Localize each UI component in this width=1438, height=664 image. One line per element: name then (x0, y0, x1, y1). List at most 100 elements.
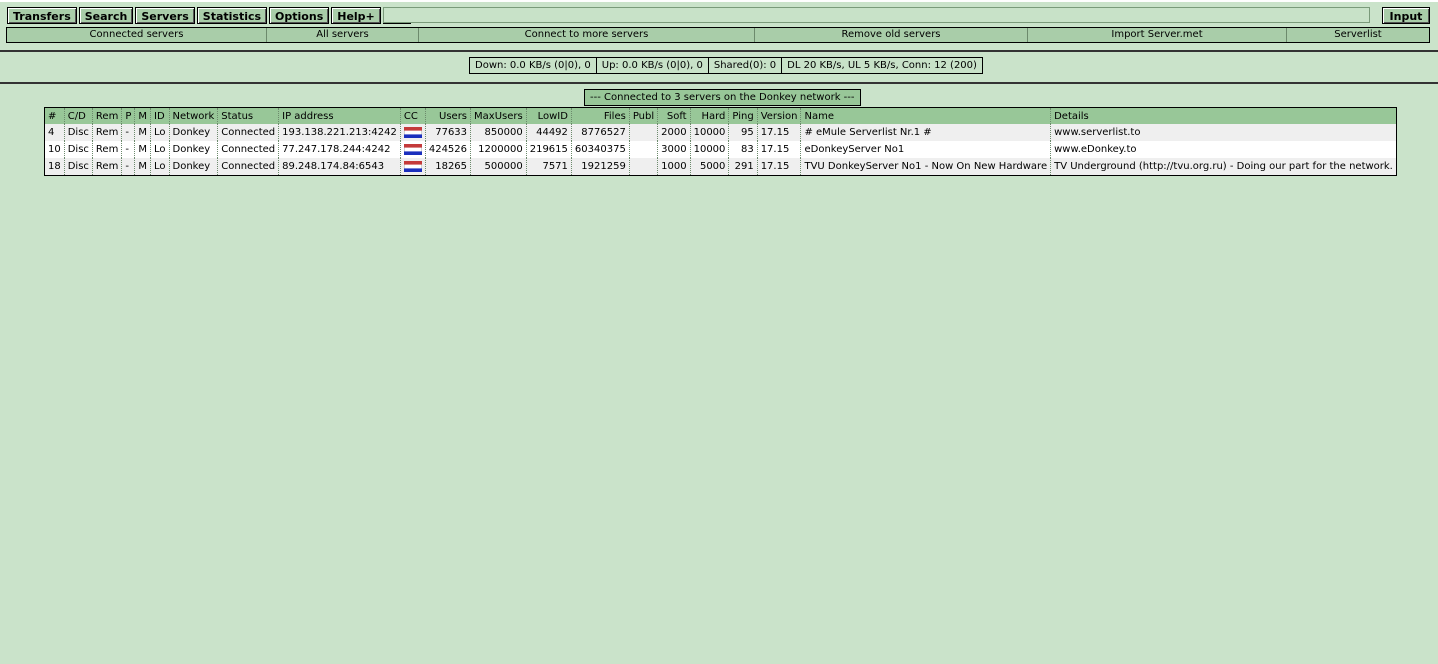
cell-users: 18265 (424, 158, 471, 176)
cell-lowid: 7571 (525, 158, 572, 176)
cell-soft: 1000 (657, 158, 691, 176)
col-rem[interactable]: Rem (91, 107, 122, 124)
command-input[interactable] (383, 7, 1370, 23)
cell-publ (628, 158, 658, 176)
cell-status: Connected (217, 141, 279, 158)
statistics-button[interactable]: Statistics (196, 7, 268, 24)
col-status[interactable]: Status (217, 107, 279, 124)
options-button[interactable]: Options (269, 7, 330, 24)
tab-serverlist[interactable]: Serverlist (1287, 28, 1429, 42)
cell-p: - (121, 124, 135, 141)
servers-table: # C/D Rem P M ID Network Status IP addre… (44, 107, 1397, 176)
cell-version: 17.15 (756, 124, 801, 141)
cell-number: 18 (44, 158, 65, 176)
col-ping[interactable]: Ping (728, 107, 758, 124)
col-m[interactable]: M (134, 107, 151, 124)
cell-p: - (121, 158, 135, 176)
input-button[interactable]: Input (1382, 7, 1430, 24)
cell-m: M (134, 141, 151, 158)
tab-connected-servers[interactable]: Connected servers (7, 28, 267, 42)
cell-disconnect[interactable]: Disc (63, 158, 93, 176)
cell-network: Donkey (168, 158, 218, 176)
cell-users: 424526 (424, 141, 471, 158)
limits-status: DL 20 KB/s, UL 5 KB/s, Conn: 12 (200) (787, 60, 977, 71)
cell-id: Lo (150, 124, 170, 141)
main-menu: Transfers Search Servers Statistics Opti… (7, 7, 411, 24)
col-version[interactable]: Version (756, 107, 801, 124)
cell-ping: 95 (728, 124, 758, 141)
cell-name: # eMule Serverlist Nr.1 # (800, 124, 1051, 141)
tab-connect-more-servers[interactable]: Connect to more servers (419, 28, 755, 42)
cell-version: 17.15 (756, 158, 801, 176)
col-cc[interactable]: CC (399, 107, 426, 124)
help-button[interactable]: Help+ (331, 7, 381, 24)
tab-remove-old-servers[interactable]: Remove old servers (755, 28, 1028, 42)
cell-files: 1921259 (570, 158, 630, 176)
col-id[interactable]: ID (150, 107, 170, 124)
divider-top (0, 50, 1438, 52)
cell-remove[interactable]: Rem (91, 141, 122, 158)
cell-name: eDonkeyServer No1 (800, 141, 1051, 158)
col-users[interactable]: Users (424, 107, 471, 124)
cell-users: 77633 (424, 124, 471, 141)
col-maxusers[interactable]: MaxUsers (470, 107, 527, 124)
cell-network: Donkey (168, 124, 218, 141)
search-button[interactable]: Search (78, 7, 134, 24)
col-network[interactable]: Network (168, 107, 218, 124)
col-lowid[interactable]: LowID (525, 107, 572, 124)
table-row[interactable]: 4 Disc Rem - M Lo Donkey Connected 193.1… (44, 124, 1397, 141)
cell-hard: 10000 (689, 124, 729, 141)
cell-details: TV Underground (http://tvu.org.ru) - Doi… (1050, 158, 1397, 176)
col-details[interactable]: Details (1050, 107, 1397, 124)
cell-details: www.serverlist.to (1050, 124, 1397, 141)
cell-files: 8776527 (570, 124, 630, 141)
top-edge (0, 0, 1438, 2)
cell-remove[interactable]: Rem (91, 158, 122, 176)
table-row[interactable]: 18 Disc Rem - M Lo Donkey Connected 89.2… (44, 158, 1397, 176)
cell-ping: 83 (728, 141, 758, 158)
cell-cc (399, 158, 426, 176)
cell-cc (399, 124, 426, 141)
cell-id: Lo (150, 158, 170, 176)
transfers-button[interactable]: Transfers (7, 7, 77, 24)
cell-number: 10 (44, 141, 65, 158)
col-hard[interactable]: Hard (689, 107, 729, 124)
cell-maxusers: 850000 (470, 124, 527, 141)
nl-flag-icon (403, 160, 422, 172)
divider-bottom (0, 82, 1438, 84)
cell-lowid: 44492 (525, 124, 572, 141)
servers-button[interactable]: Servers (135, 7, 195, 24)
cell-remove[interactable]: Rem (91, 124, 122, 141)
col-publ[interactable]: Publ (628, 107, 658, 124)
transfer-status-bar: Down: 0.0 KB/s (0|0), 0 Up: 0.0 KB/s (0|… (469, 57, 983, 74)
col-p[interactable]: P (121, 107, 135, 124)
cell-m: M (134, 124, 151, 141)
cell-disconnect[interactable]: Disc (63, 141, 93, 158)
col-files[interactable]: Files (570, 107, 630, 124)
nl-flag-icon (403, 126, 422, 138)
col-soft[interactable]: Soft (657, 107, 691, 124)
table-row[interactable]: 10 Disc Rem - M Lo Donkey Connected 77.2… (44, 141, 1397, 158)
cell-soft: 3000 (657, 141, 691, 158)
cell-maxusers: 500000 (470, 158, 527, 176)
cell-status: Connected (217, 124, 279, 141)
col-ip-address[interactable]: IP address (278, 107, 401, 124)
cell-disconnect[interactable]: Disc (63, 124, 93, 141)
cell-publ (628, 124, 658, 141)
cell-network: Donkey (168, 141, 218, 158)
tab-import-server-met[interactable]: Import Server.met (1028, 28, 1287, 42)
cell-number: 4 (44, 124, 65, 141)
col-name[interactable]: Name (800, 107, 1051, 124)
cell-ping: 291 (728, 158, 758, 176)
top-toolbar: Transfers Search Servers Statistics Opti… (0, 0, 1438, 52)
col-number[interactable]: # (44, 107, 65, 124)
cell-files: 60340375 (570, 141, 630, 158)
cell-soft: 2000 (657, 124, 691, 141)
cell-name: TVU DonkeyServer No1 - Now On New Hardwa… (800, 158, 1051, 176)
tab-all-servers[interactable]: All servers (267, 28, 419, 42)
cell-hard: 10000 (689, 141, 729, 158)
cell-p: - (121, 141, 135, 158)
table-header-row: # C/D Rem P M ID Network Status IP addre… (44, 107, 1397, 124)
col-cd[interactable]: C/D (63, 107, 93, 124)
download-status: Down: 0.0 KB/s (0|0), 0 (470, 58, 597, 73)
